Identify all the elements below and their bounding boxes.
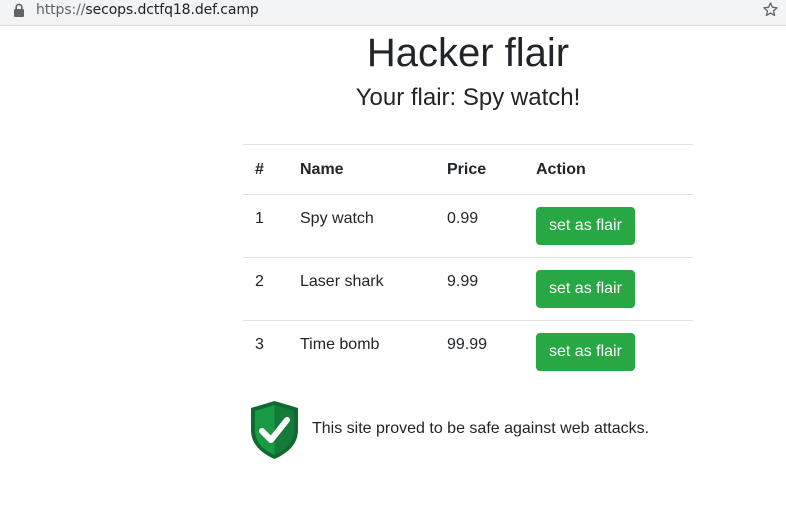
safe-text: This site proved to be safe against web … [312, 420, 650, 437]
set-as-flair-button[interactable]: set as flair [536, 207, 635, 245]
shield-check-icon [251, 401, 298, 459]
url-text[interactable]: https://secops.dctfq18.def.camp [36, 1, 259, 19]
table-row: 2 Laser shark 9.99 set as flair [243, 257, 693, 321]
url-host: secops.dctfq18.def.camp [85, 2, 259, 18]
row-price: 0.99 [435, 194, 524, 258]
row-num: 2 [243, 257, 288, 321]
flair-table: # Name Price Action 1 Spy watch 0.99 set… [243, 144, 693, 384]
page-title: Hacker flair [366, 31, 570, 75]
row-num: 1 [243, 194, 288, 258]
lock-icon [14, 3, 24, 17]
address-bar[interactable]: https://secops.dctfq18.def.camp [0, 0, 786, 26]
row-action: set as flair [524, 257, 693, 321]
header-num: # [243, 144, 288, 195]
header-price: Price [435, 144, 524, 195]
table-header-row: # Name Price Action [243, 144, 693, 195]
table-row: 3 Time bomb 99.99 set as flair [243, 320, 693, 384]
set-as-flair-button[interactable]: set as flair [536, 333, 635, 371]
row-num: 3 [243, 320, 288, 384]
row-action: set as flair [524, 320, 693, 384]
bookmark-star-icon[interactable] [762, 1, 779, 18]
header-action: Action [524, 144, 693, 195]
row-name: Laser shark [288, 257, 435, 321]
row-action: set as flair [524, 194, 693, 258]
page-subtitle: Your flair: Spy watch! [355, 84, 581, 111]
header-name: Name [288, 144, 435, 195]
row-name: Spy watch [288, 194, 435, 258]
url-scheme: https:// [36, 2, 86, 18]
set-as-flair-button[interactable]: set as flair [536, 270, 635, 308]
row-name: Time bomb [288, 320, 435, 384]
row-price: 99.99 [435, 320, 524, 384]
row-price: 9.99 [435, 257, 524, 321]
table-row: 1 Spy watch 0.99 set as flair [243, 194, 693, 258]
